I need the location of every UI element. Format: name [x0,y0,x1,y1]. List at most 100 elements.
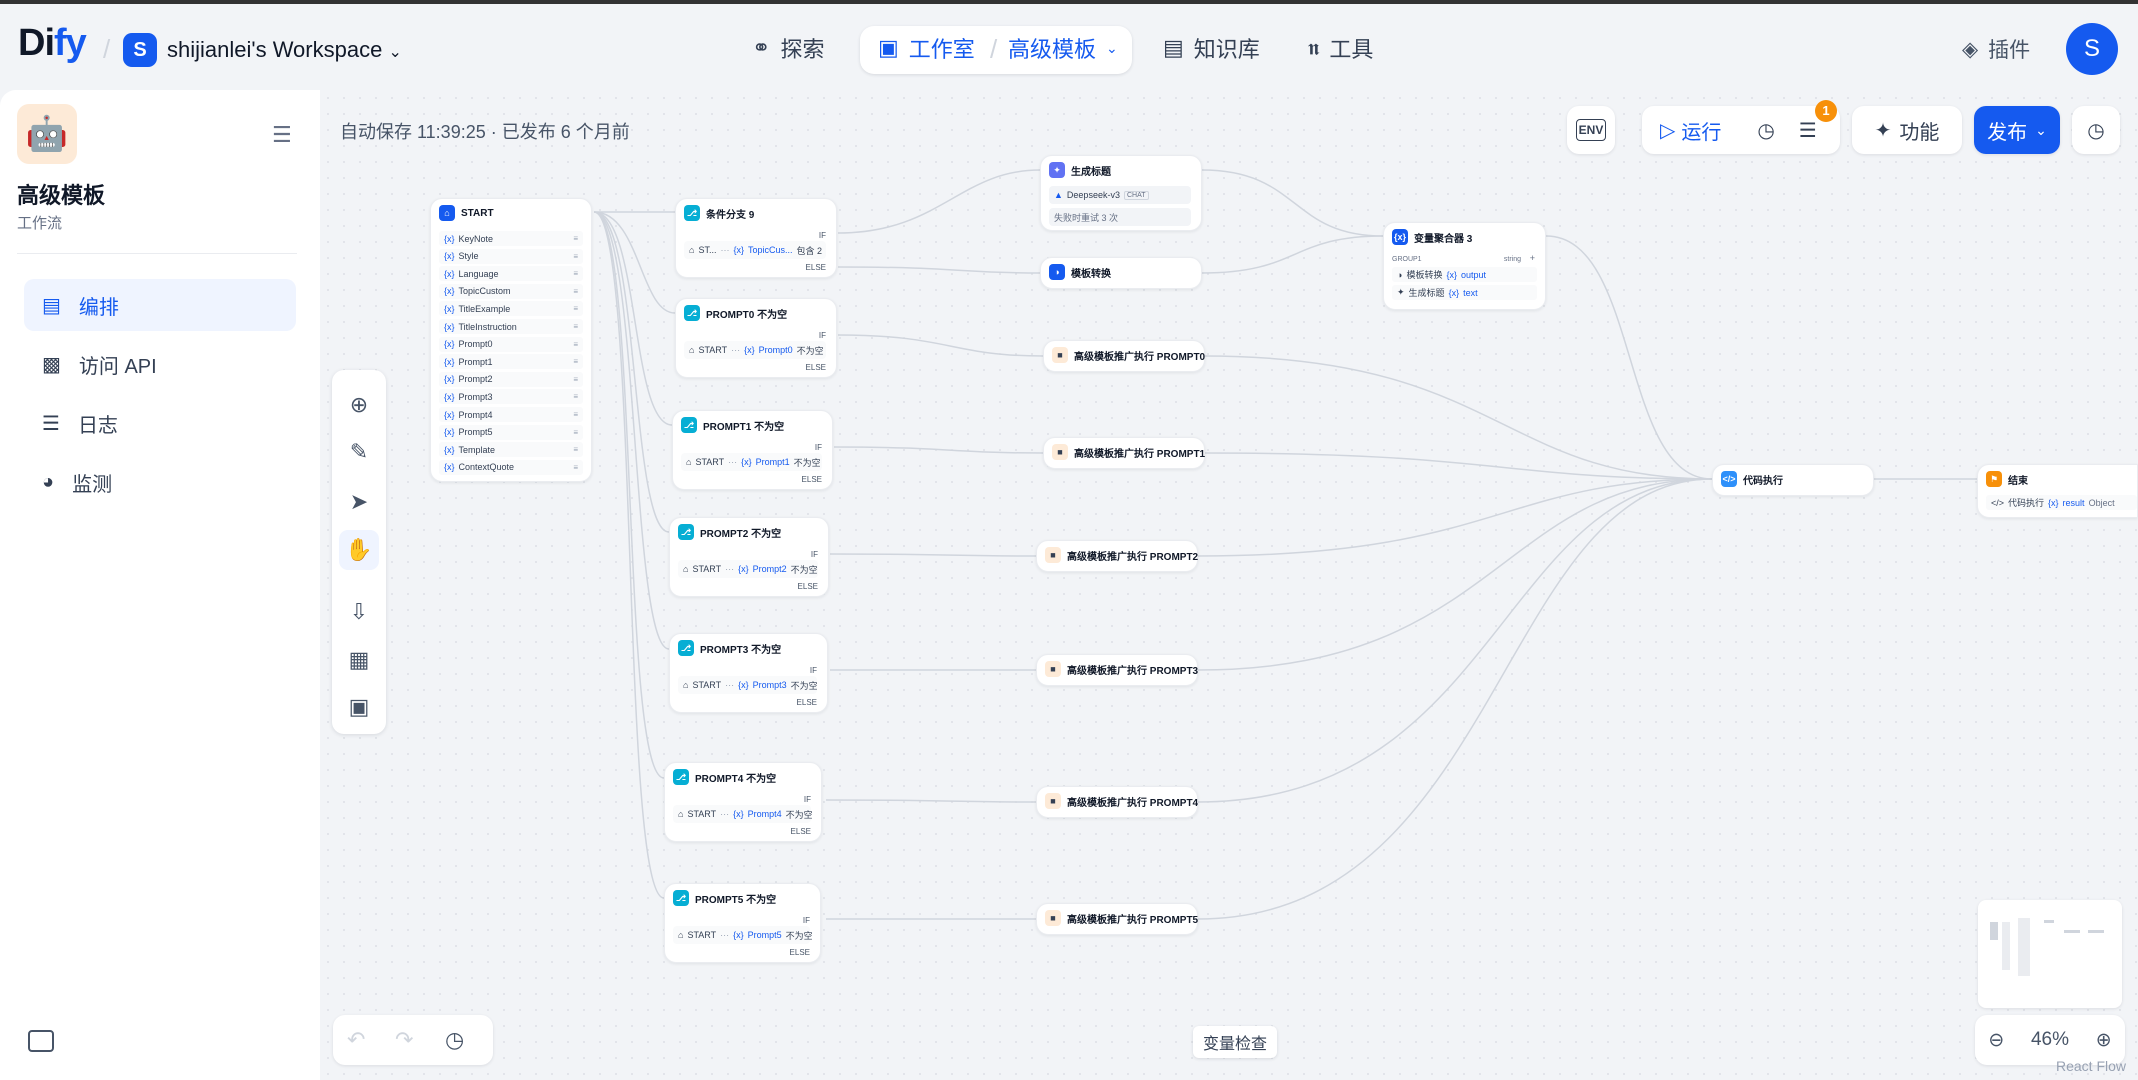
if-else-node-prompt0[interactable]: ⎇ PROMPT0 不为空 IF ⌂ START ··· {x} Prompt0 不为空 ELSE [675,298,837,378]
variable-inspect-button[interactable]: 变量检查 [1193,1026,1278,1058]
zoom-out-icon[interactable]: ⊖ [1988,1029,2004,1052]
start-variable-row: {x} TitleExample ≡ [439,301,583,317]
type-icon: ≡ [573,269,578,279]
type-icon: ≡ [573,322,578,331]
group-label: GROUP1 [1392,256,1422,263]
retry-row: 失败时重试 3 次 [1049,208,1191,226]
branch-icon: ⎇ [681,417,697,433]
subflow-node-prompt0[interactable]: ■ 高级模板推广执行 PROMPT0 [1043,340,1205,372]
start-variable-row: {x} Style ≡ [439,248,583,264]
home-icon: ⌂ [683,680,689,690]
pointer-icon[interactable]: ➤ [339,482,379,522]
start-variable-row: {x} Template ≡ [439,442,583,458]
type-icon: ≡ [573,392,578,402]
add-note-icon[interactable]: ✎ [339,432,379,472]
react-flow-attribution[interactable]: React Flow [2056,1058,2126,1074]
branch-icon: ⎇ [673,890,689,906]
features-button[interactable]: ✦ 功能 [1852,106,1962,154]
env-button[interactable]: ENV [1567,106,1615,154]
robot-icon: ■ [1045,547,1061,563]
if-else-node-prompt4[interactable]: ⎇ PROMPT4 不为空 IF ⌂ START ··· {x} Prompt4 不为空 ELSE [664,762,822,842]
undo-redo-bar: ↶ ↷ ◷ [333,1015,493,1065]
if-label: IF [814,443,822,452]
type-icon: ≡ [573,374,578,384]
condition-row: ⌂ ST... ··· {x} TopicCus... 包含 2 [684,241,826,259]
minimap-node [2002,922,2010,970]
start-variable-row: {x} KeyNote ≡ [439,231,583,246]
code-icon: </> [1991,497,2005,508]
robot-icon: ■ [1045,793,1061,809]
if-label: IF [818,331,826,340]
robot-icon: ■ [1052,444,1068,460]
flag-icon: ⚑ [1986,471,2002,487]
maximize-icon[interactable]: ▣ [339,687,379,727]
minimap-node [2088,930,2104,933]
type-icon: ≡ [573,339,578,349]
zoom-in-icon[interactable]: ⊕ [2096,1029,2112,1052]
hand-icon[interactable]: ✋ [339,530,379,570]
subflow-node-prompt4[interactable]: ■ 高级模板推广执行 PROMPT4 [1036,786,1198,818]
export-image-icon[interactable]: ⇩ [339,592,379,632]
subflow-node-prompt3[interactable]: ■ 高级模板推广执行 PROMPT3 [1036,654,1198,686]
subflow-node-prompt5[interactable]: ■ 高级模板推广执行 PROMPT5 [1036,903,1198,935]
variable-aggregator-node[interactable]: {x} 变量聚合器 3 GROUP1 string + ◑ 模板转换 {x} outpu… [1383,222,1546,310]
branch-icon: ⎇ [673,769,689,785]
else-label: ELSE [797,582,818,591]
version-history-button[interactable]: ◷ [2072,106,2120,154]
plus-icon[interactable]: + [1530,253,1535,263]
organize-icon[interactable]: ▦ [339,640,379,680]
type-label: string [1503,256,1521,263]
checklist-icon[interactable]: ☰ [1799,118,1817,143]
start-node[interactable]: ⌂ START {x} KeyNote ≡ {x} Style ≡ {x} Language ≡{… [430,198,592,482]
if-else-node-prompt2[interactable]: ⎇ PROMPT2 不为空 IF ⌂ START ··· {x} Prompt2 不为空 ELSE [669,517,829,597]
minimap-node [2064,930,2080,933]
add-node-icon[interactable]: ⊕ [339,385,379,425]
llm-node-gen-title[interactable]: ✦ 生成标题 ▲ Deepseek-v3 CHAT 失败时重试 3 次 [1040,155,1202,231]
if-else-node-9[interactable]: ⎇ 条件分支 9 IF ⌂ ST... ··· {x} TopicCus... 包含 2 E… [675,198,837,278]
undo-icon[interactable]: ↶ [347,1027,365,1053]
if-label: IF [809,666,817,675]
type-icon: ≡ [573,410,578,419]
redo-icon[interactable]: ↷ [395,1027,413,1053]
robot-icon: ■ [1045,661,1061,677]
subflow-node-prompt2[interactable]: ■ 高级模板推广执行 PROMPT2 [1036,540,1198,572]
end-node[interactable]: ⚑ 结束 </> 代码执行 {x} result Object [1977,464,2138,518]
condition-row: ⌂ START ··· {x} Prompt0 不为空 [684,341,826,359]
home-icon: ⌂ [689,345,695,355]
condition-row: ⌂ START ··· {x} Prompt2 不为空 [678,560,818,578]
if-else-node-prompt5[interactable]: ⎇ PROMPT5 不为空 IF ⌂ START ··· {x} Prompt5 不为空 ELSE [664,883,821,963]
code-node[interactable]: </> 代码执行 [1712,464,1874,496]
llm-icon: ✦ [1397,287,1405,297]
type-icon: ≡ [573,304,578,314]
if-else-node-prompt1[interactable]: ⎇ PROMPT1 不为空 IF ⌂ START ··· {x} Prompt1 不为空 ELSE [672,410,833,490]
start-variable-row: {x} TopicCustom ≡ [439,283,583,299]
type-icon: ≡ [573,251,578,261]
zoom-level[interactable]: 46% [2031,1029,2069,1051]
template-transform-node[interactable]: ◑ 模板转换 [1040,257,1202,289]
condition-row: ⌂ START ··· {x} Prompt3 不为空 [678,676,818,694]
chevron-down-icon: ⌄ [2035,121,2047,138]
minimap[interactable] [1978,900,2122,1008]
else-label: ELSE [805,363,826,372]
history-icon[interactable]: ◷ [1757,118,1774,143]
subflow-node-prompt1[interactable]: ■ 高级模板推广执行 PROMPT1 [1043,437,1205,469]
condition-row: ⌂ START ··· {x} Prompt4 不为空 [673,805,813,823]
aggregator-var-row: ◑ 模板转换 {x} output [1392,267,1537,282]
autosave-status: 自动保存 11:39:25 · 已发布 6 个月前 [340,122,630,142]
code-icon: </> [1721,471,1737,487]
start-variable-row: {x} Prompt5 ≡ [439,424,583,440]
history-icon[interactable]: ◷ [445,1027,464,1053]
end-output-row: </> 代码执行 {x} result Object [1986,495,2137,510]
deepseek-icon: ▲ [1054,190,1063,200]
condition-row: ⌂ START ··· {x} Prompt1 不为空 [681,453,822,471]
minimap-node [2018,918,2030,976]
start-variable-row: {x} Prompt4 ≡ [439,407,583,422]
minimap-node [2044,920,2054,923]
publish-button[interactable]: 发布 ⌄ [1974,106,2060,154]
if-else-node-prompt3[interactable]: ⎇ PROMPT3 不为空 IF ⌂ START ··· {x} Prompt3 不为空 ELSE [669,633,828,713]
checklist-badge: 1 [1815,100,1837,122]
home-icon: ⌂ [683,564,689,574]
minimap-node [1990,922,1998,940]
run-button[interactable]: ▷ 运行 [1660,116,1721,145]
else-label: ELSE [789,948,810,957]
